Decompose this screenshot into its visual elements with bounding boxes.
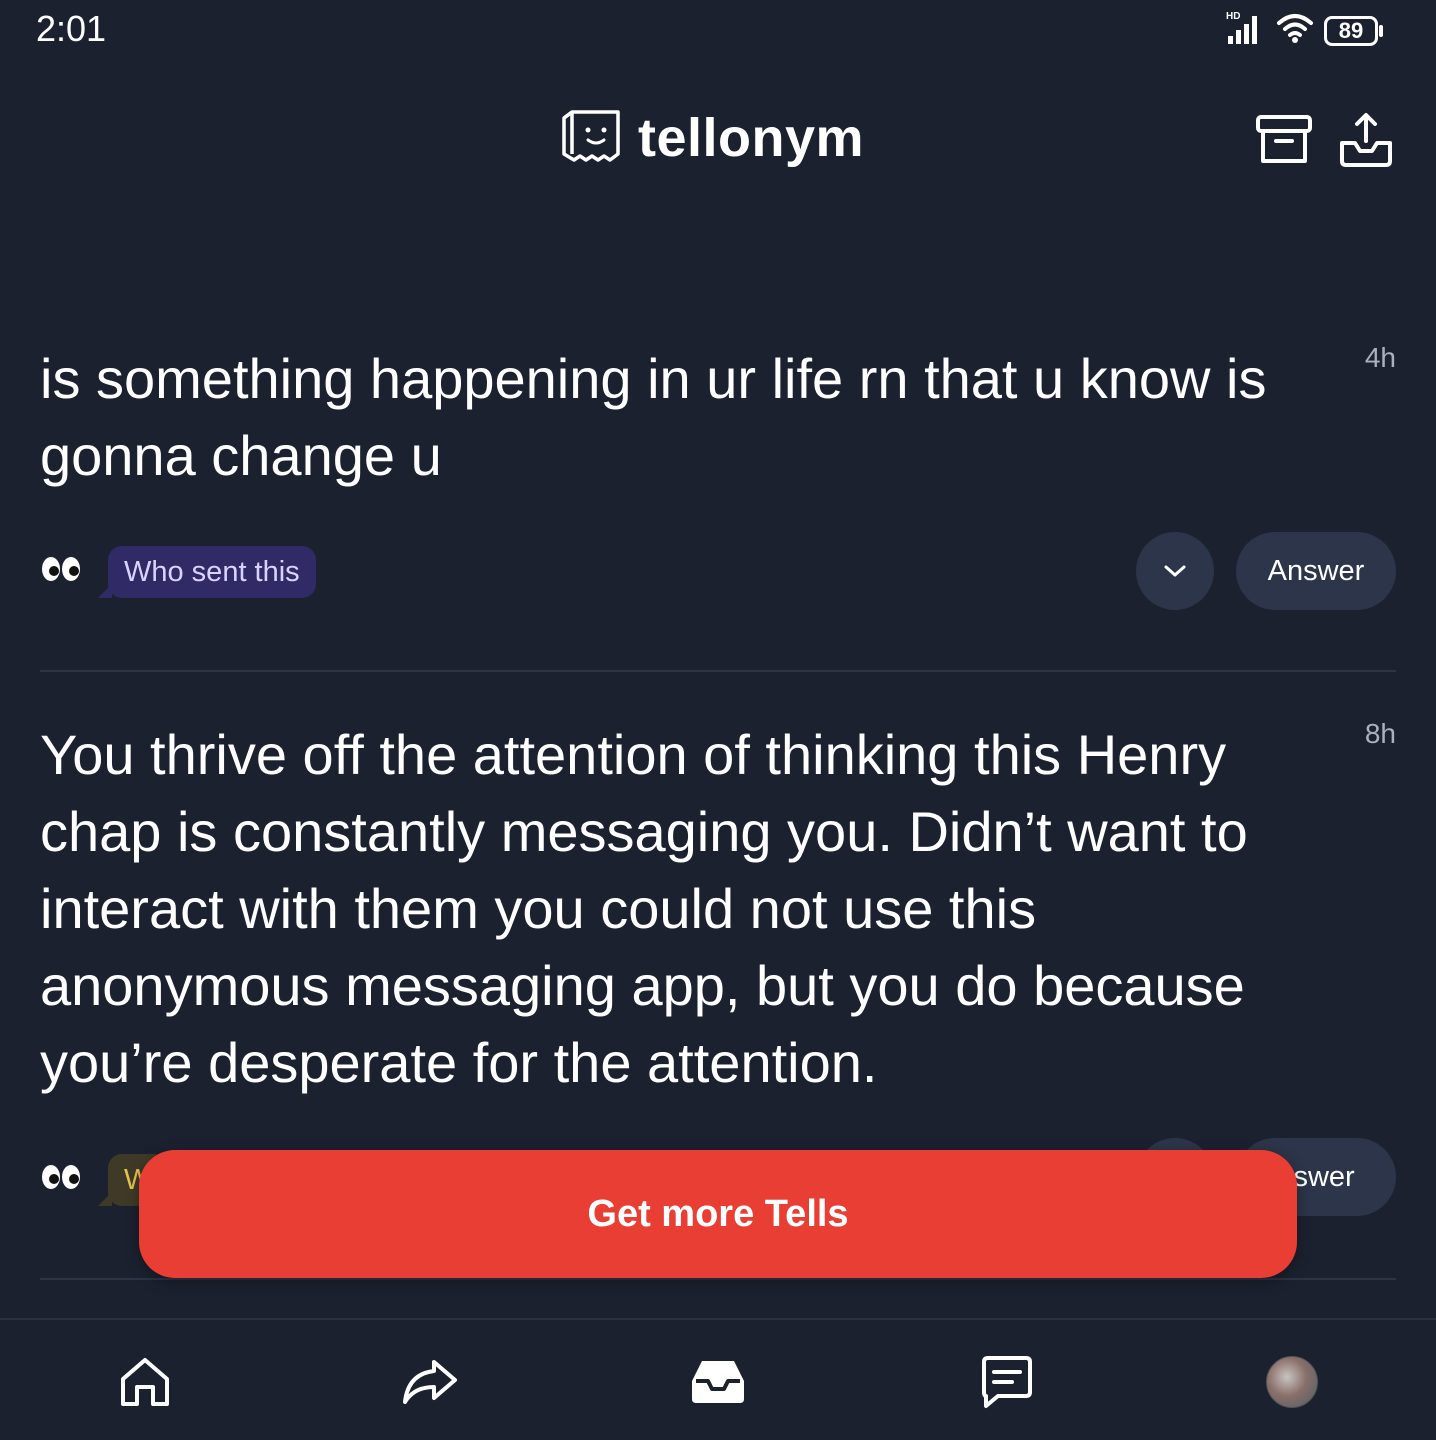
tell-time: 4h — [1364, 342, 1396, 373]
nav-inbox[interactable] — [686, 1350, 750, 1414]
network-label: HD — [1226, 11, 1240, 22]
app-name: tellonym — [638, 107, 865, 168]
share-inbox-icon — [1340, 113, 1392, 167]
nav-home[interactable] — [113, 1350, 177, 1414]
nav-profile[interactable] — [1260, 1350, 1324, 1414]
get-more-tells-button[interactable]: Get more Tells — [139, 1150, 1297, 1278]
signal-icon: HD — [1226, 10, 1266, 51]
tell-time: 8h — [1364, 718, 1396, 749]
eyes-icon — [40, 1162, 82, 1201]
bottom-navigation — [0, 1318, 1436, 1440]
wifi-icon — [1276, 12, 1314, 49]
status-icons: HD 89 — [1226, 10, 1383, 51]
archive-icon — [1256, 115, 1312, 163]
divider — [40, 670, 1396, 672]
tell-text: You thrive off the attention of thinking… — [40, 723, 1248, 1094]
nav-share[interactable] — [398, 1350, 462, 1414]
answer-button[interactable]: Answer — [1236, 532, 1396, 610]
status-bar: 2:01 HD 89 — [0, 0, 1436, 60]
chat-icon — [982, 1356, 1032, 1408]
app-header: tellonym — [0, 90, 1436, 190]
tell-card: is something happening in ur life rn tha… — [0, 330, 1436, 672]
inbox-icon — [692, 1361, 744, 1403]
app-logo: tellonym — [558, 104, 864, 171]
divider — [40, 1278, 1396, 1280]
profile-avatar — [1266, 1356, 1318, 1408]
nav-chats[interactable] — [974, 1350, 1038, 1414]
who-sent-this-button[interactable]: Who sent this — [98, 546, 316, 598]
share-inbox-button[interactable] — [1334, 108, 1398, 172]
tellonym-screen: 2:01 HD 89 tellonym is something happeni… — [0, 0, 1436, 1440]
tellonym-logo-icon — [558, 104, 624, 171]
archive-button[interactable] — [1252, 108, 1316, 172]
chevron-down-icon — [1164, 565, 1186, 577]
eyes-icon — [40, 554, 82, 593]
status-time: 2:01 — [36, 8, 107, 49]
home-icon — [121, 1358, 169, 1406]
battery-indicator: 89 — [1324, 15, 1383, 46]
expand-button[interactable] — [1136, 532, 1214, 610]
share-icon — [403, 1360, 457, 1404]
tell-text: is something happening in ur life rn tha… — [40, 347, 1267, 487]
